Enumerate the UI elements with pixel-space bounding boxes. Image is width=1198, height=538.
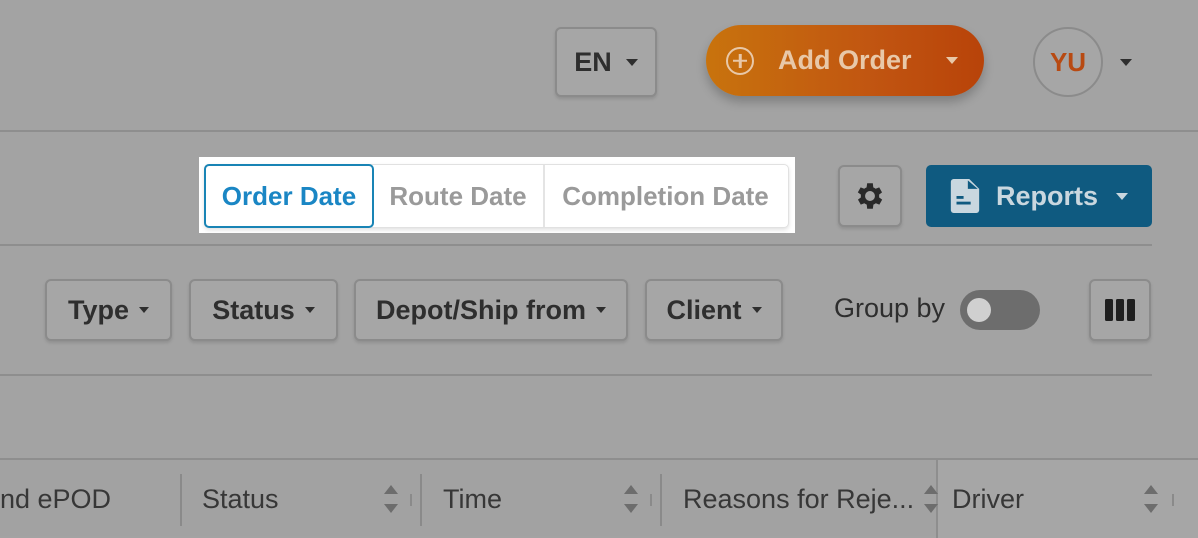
client-filter[interactable]: Client bbox=[645, 279, 783, 341]
client-filter-label: Client bbox=[666, 294, 742, 325]
language-selector[interactable]: EN bbox=[555, 27, 657, 97]
tab-completion-date[interactable]: Completion Date bbox=[543, 165, 786, 227]
table-header: nd ePOD Status Time Reasons for Reje... … bbox=[0, 458, 1198, 538]
reports-button[interactable]: Reports bbox=[926, 165, 1152, 227]
language-label: EN bbox=[574, 46, 612, 77]
column-resize-handle[interactable] bbox=[410, 494, 412, 506]
group-by-label: Group by bbox=[834, 293, 946, 323]
divider bbox=[0, 244, 1152, 246]
add-order-button[interactable]: Add Order bbox=[706, 25, 984, 96]
column-resize-handle[interactable] bbox=[650, 494, 652, 506]
sort-icon[interactable] bbox=[924, 485, 938, 513]
gear-icon bbox=[857, 183, 883, 209]
chevron-down-icon bbox=[751, 307, 762, 313]
chevron-down-icon bbox=[304, 307, 315, 313]
columns-button[interactable] bbox=[1089, 279, 1151, 341]
plus-circle-icon bbox=[726, 46, 754, 75]
settings-button[interactable] bbox=[838, 165, 902, 227]
sort-icon[interactable] bbox=[624, 485, 638, 513]
sort-icon[interactable] bbox=[1144, 485, 1158, 513]
add-order-dropdown-icon[interactable] bbox=[945, 57, 958, 64]
user-menu-chevron-icon[interactable] bbox=[1120, 59, 1132, 66]
group-by-toggle[interactable] bbox=[960, 290, 1040, 330]
document-icon bbox=[950, 179, 980, 213]
chevron-down-icon bbox=[596, 307, 606, 313]
divider bbox=[0, 374, 1152, 376]
chevron-down-icon bbox=[625, 58, 638, 66]
toggle-knob bbox=[967, 298, 991, 322]
type-filter[interactable]: Type bbox=[45, 279, 172, 341]
column-separator bbox=[420, 474, 422, 526]
avatar[interactable]: YU bbox=[1033, 27, 1103, 97]
chevron-down-icon bbox=[139, 307, 149, 313]
column-separator bbox=[180, 474, 182, 526]
avatar-initials: YU bbox=[1049, 46, 1087, 77]
column-header-status[interactable]: Status bbox=[202, 484, 279, 515]
type-filter-label: Type bbox=[67, 294, 129, 325]
columns-icon bbox=[1105, 299, 1135, 321]
column-separator bbox=[660, 474, 662, 526]
divider bbox=[0, 130, 1198, 132]
column-header-reasons[interactable]: Reasons for Reje... bbox=[683, 484, 914, 515]
column-header-time[interactable]: Time bbox=[443, 484, 502, 515]
date-filter-group: Order Date Route Date Completion Date bbox=[204, 164, 789, 228]
chevron-down-icon bbox=[1116, 192, 1128, 200]
add-order-label: Add Order bbox=[778, 45, 912, 75]
sort-icon[interactable] bbox=[384, 485, 398, 513]
column-header-driver[interactable]: Driver bbox=[952, 484, 1024, 515]
depot-filter[interactable]: Depot/Ship from bbox=[354, 279, 628, 341]
status-filter-label: Status bbox=[212, 294, 295, 325]
column-resize-handle[interactable] bbox=[1172, 494, 1174, 506]
status-filter[interactable]: Status bbox=[189, 279, 338, 341]
depot-filter-label: Depot/Ship from bbox=[376, 294, 586, 325]
tab-order-date[interactable]: Order Date bbox=[204, 164, 374, 228]
reports-label: Reports bbox=[995, 180, 1098, 211]
column-header-epod[interactable]: nd ePOD bbox=[0, 484, 111, 515]
tab-route-date[interactable]: Route Date bbox=[373, 165, 543, 227]
